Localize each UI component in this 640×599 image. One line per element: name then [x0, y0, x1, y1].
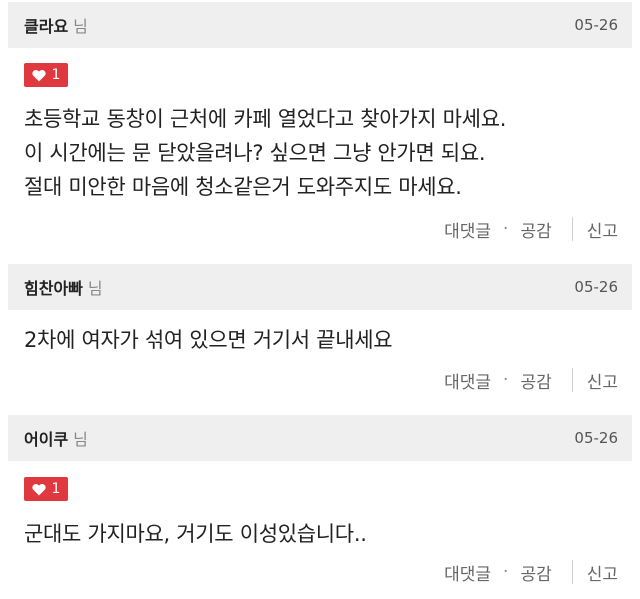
empathy-button[interactable]: 공감	[520, 368, 551, 393]
action-separator: ·	[503, 370, 509, 390]
like-count: 1	[51, 67, 61, 83]
like-count: 1	[51, 481, 61, 497]
comment-actions: 대댓글 · 공감 신고	[444, 216, 618, 242]
reply-button[interactable]: 대댓글	[444, 217, 491, 242]
comment-header: 힘찬아빠 님 05-26	[8, 264, 632, 310]
report-button[interactable]: 신고	[587, 368, 618, 393]
action-separator: ·	[503, 219, 509, 239]
comment-text-line: 군대도 가지마요, 거기도 이성있습니다..	[24, 522, 367, 546]
comment-text-line: 초등학교 동창이 근처에 카페 열었다고 찾아가지 마세요.	[24, 107, 507, 131]
like-count-badge[interactable]: 1	[24, 63, 68, 87]
empathy-button[interactable]: 공감	[520, 217, 551, 242]
comment-date: 05-26	[574, 16, 618, 34]
action-divider	[571, 368, 573, 392]
report-button[interactable]: 신고	[587, 560, 618, 585]
comment-header: 어이쿠 님 05-26	[8, 415, 632, 461]
author-honorific: 님	[73, 17, 88, 36]
comment-text: 군대도 가지마요, 거기도 이성있습니다..	[24, 517, 624, 551]
heart-icon	[31, 483, 46, 495]
author-name[interactable]: 클라요	[24, 13, 68, 37]
action-separator: ·	[503, 562, 509, 582]
comment-text: 2차에 여자가 섞여 있으면 거기서 끝내세요	[24, 323, 624, 357]
action-divider	[571, 560, 573, 584]
reply-button[interactable]: 대댓글	[444, 368, 491, 393]
comment-text-line: 이 시간에는 문 닫았을려나? 싶으면 그냥 안가면 되요.	[24, 141, 486, 165]
comment-date: 05-26	[574, 278, 618, 296]
author-honorific: 님	[73, 430, 88, 449]
action-divider	[571, 217, 573, 241]
report-button[interactable]: 신고	[587, 217, 618, 242]
comment-text-line: 2차에 여자가 섞여 있으면 거기서 끝내세요	[24, 328, 393, 352]
comment-actions: 대댓글 · 공감 신고	[444, 559, 618, 585]
comment-author: 클라요 님	[24, 13, 88, 37]
comment-date: 05-26	[574, 429, 618, 447]
comment-text-line: 절대 미안한 마음에 청소같은거 도와주지도 마세요.	[24, 175, 462, 199]
comment-author: 어이쿠 님	[24, 426, 88, 450]
heart-icon	[31, 69, 46, 81]
comment-text: 초등학교 동창이 근처에 카페 열었다고 찾아가지 마세요. 이 시간에는 문 …	[24, 102, 624, 204]
comment-header: 클라요 님 05-26	[8, 2, 632, 48]
author-honorific: 님	[87, 279, 103, 298]
like-count-badge[interactable]: 1	[24, 477, 68, 501]
comment-actions: 대댓글 · 공감 신고	[444, 367, 618, 393]
reply-button[interactable]: 대댓글	[444, 560, 491, 585]
empathy-button[interactable]: 공감	[520, 560, 551, 585]
comment-author: 힘찬아빠 님	[24, 275, 103, 299]
author-name[interactable]: 힘찬아빠	[24, 275, 83, 299]
author-name[interactable]: 어이쿠	[24, 426, 68, 450]
